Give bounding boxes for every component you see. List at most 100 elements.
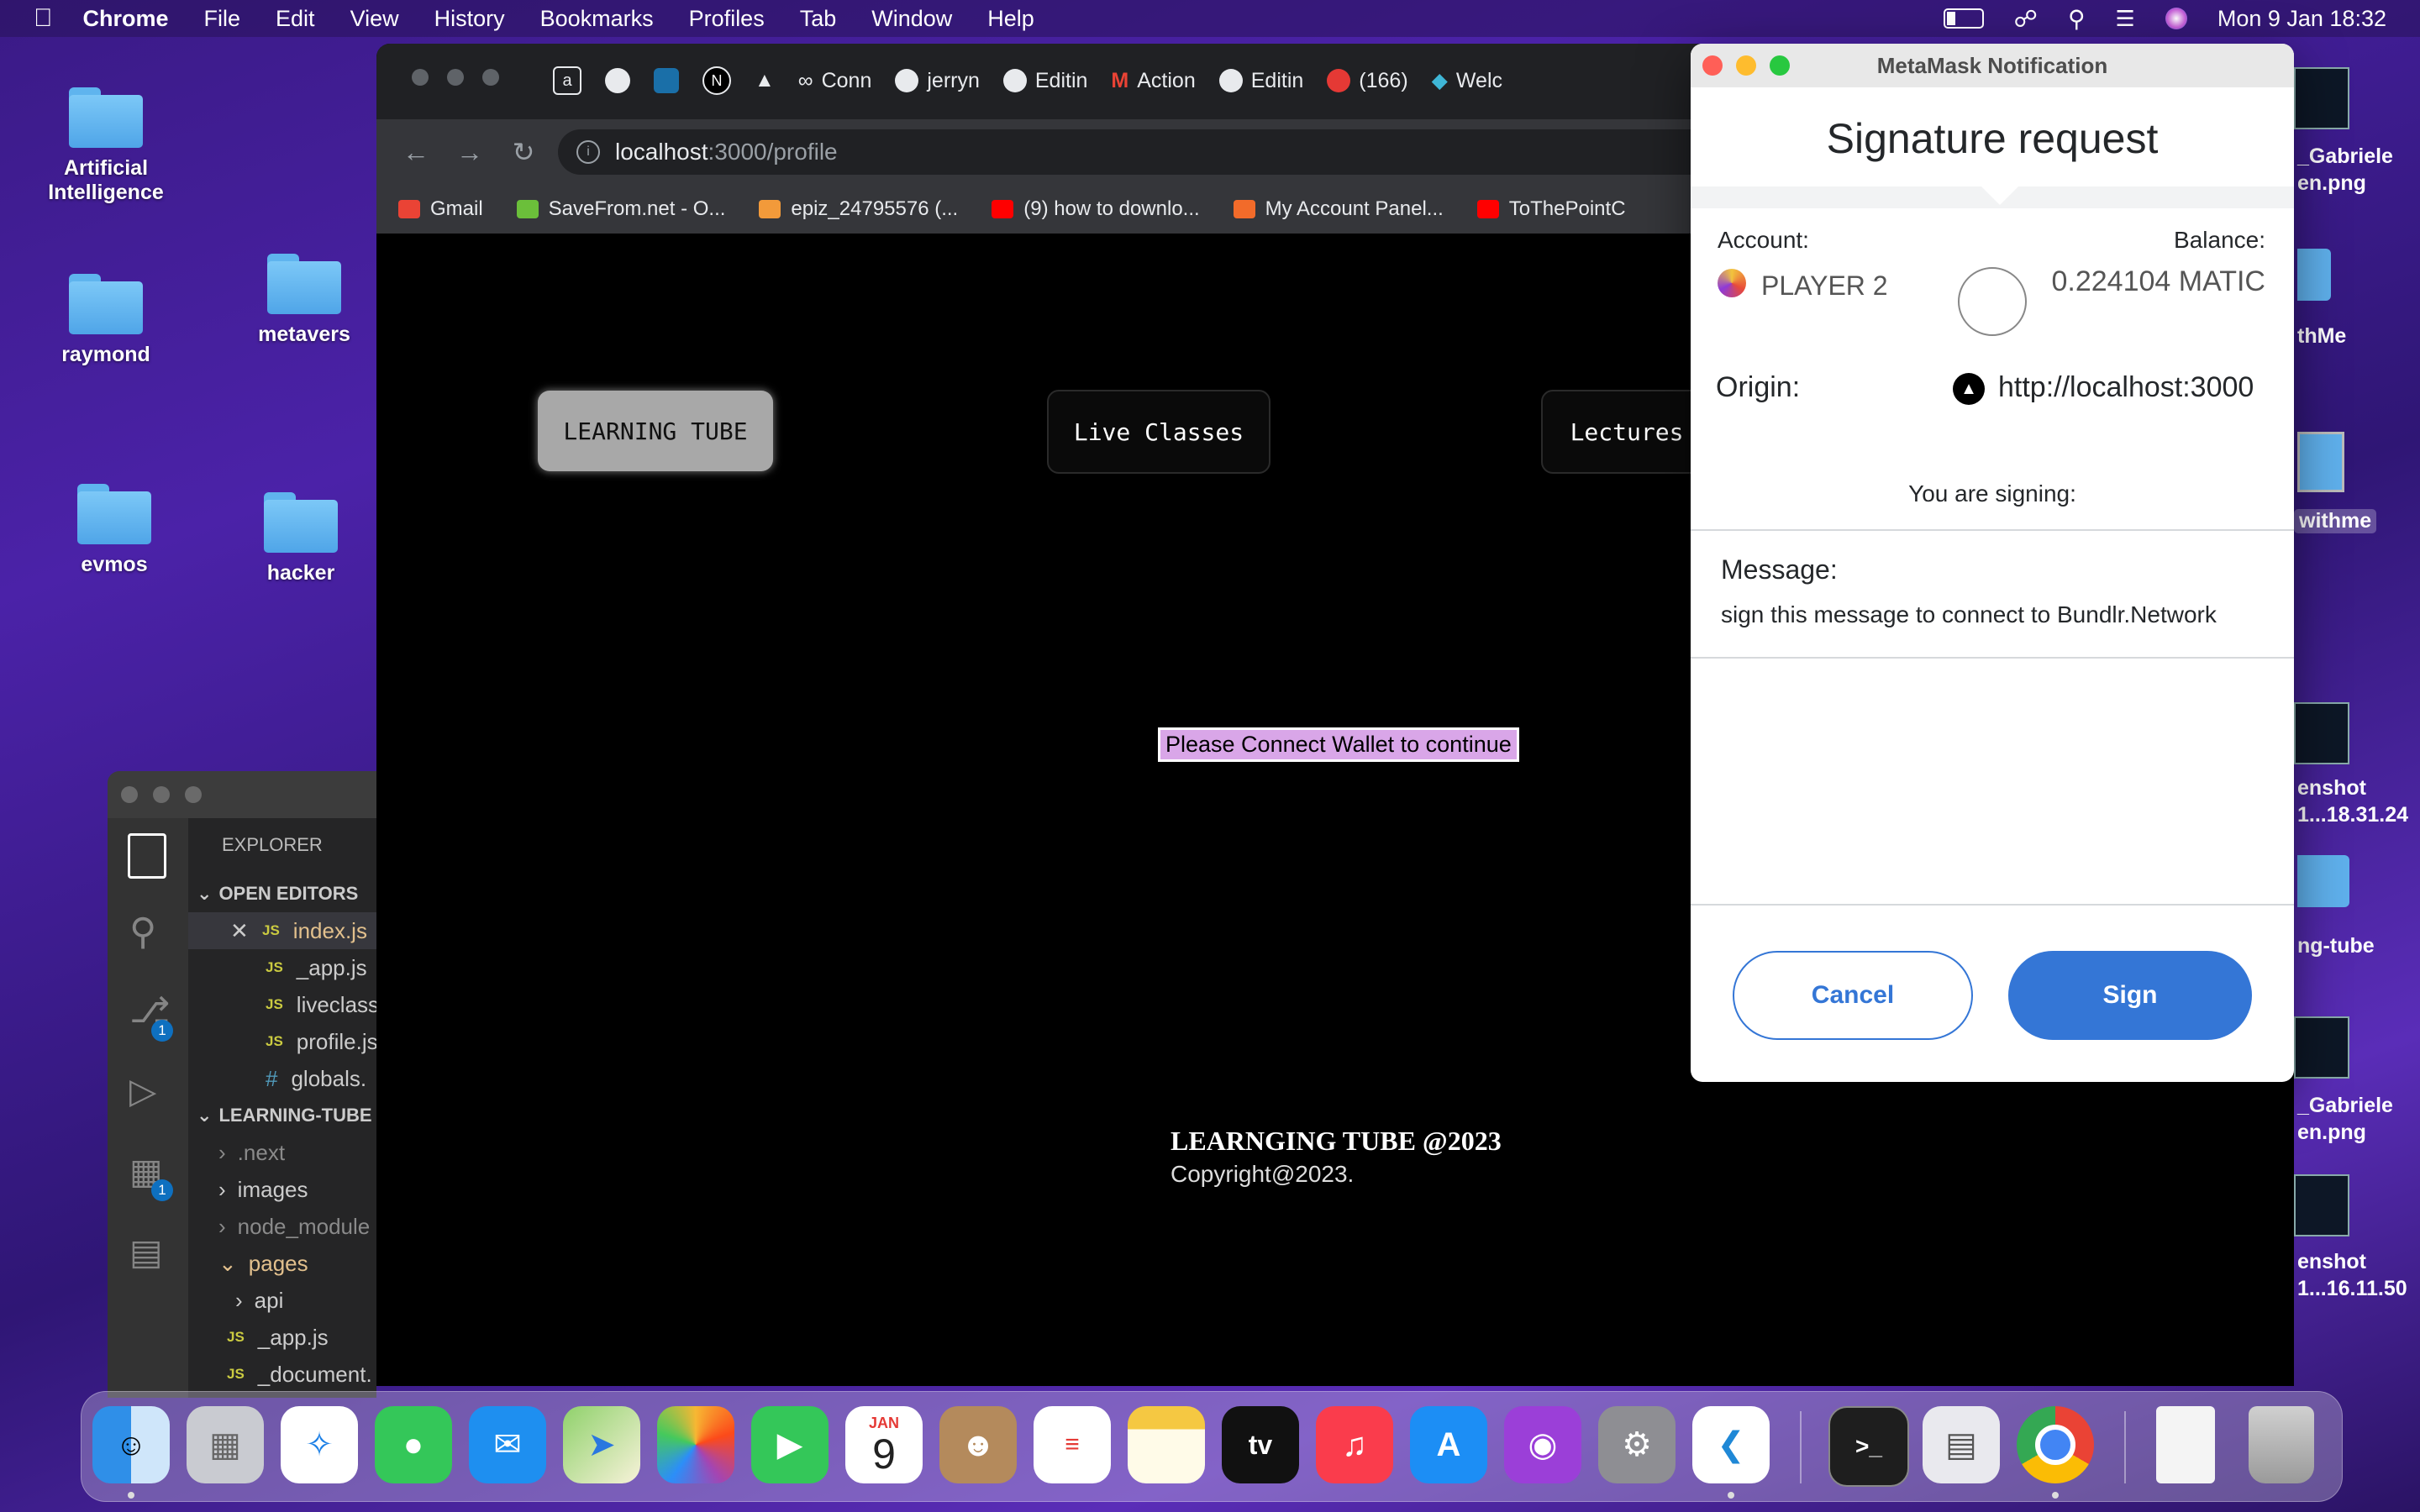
open-editor-profile[interactable]: JS profile.js: [266, 1023, 376, 1060]
tab-next[interactable]: N: [702, 62, 731, 99]
close-button[interactable]: [121, 786, 138, 803]
bookmark-savefrom[interactable]: SaveFrom.net - O...: [516, 197, 725, 221]
bookmark-youtube[interactable]: (9) how to downlo...: [992, 197, 1200, 221]
back-icon[interactable]: ←: [393, 129, 439, 175]
podcasts-icon[interactable]: ◉: [1504, 1406, 1581, 1483]
finder-icon[interactable]: ☺: [92, 1406, 170, 1483]
tree-app[interactable]: JS _app.js: [227, 1319, 376, 1356]
desktop-folder-ai[interactable]: Artificial Intelligence: [22, 87, 190, 205]
close-button[interactable]: [412, 69, 429, 86]
open-editors-header[interactable]: ⌄ OPEN EDITORS: [197, 875, 376, 912]
tab-welcome[interactable]: ◆ Welc: [1432, 62, 1502, 99]
calendar-icon[interactable]: JAN 9: [845, 1406, 923, 1483]
desktop-folder-hacker[interactable]: hacker: [217, 492, 385, 585]
music-icon[interactable]: ♫: [1316, 1406, 1393, 1483]
close-button[interactable]: [1702, 55, 1723, 76]
minimize-button[interactable]: [153, 786, 170, 803]
vscode-icon[interactable]: ❮: [1692, 1406, 1770, 1483]
tree-next[interactable]: › .next: [218, 1134, 376, 1171]
mail-icon[interactable]: ✉: [469, 1406, 546, 1483]
launchpad-icon[interactable]: ▦: [187, 1406, 264, 1483]
desktop-folder-evmos[interactable]: evmos: [30, 484, 198, 577]
facetime-icon[interactable]: ▶: [751, 1406, 829, 1483]
apple-icon[interactable]: : [34, 4, 53, 33]
bookmark-account[interactable]: My Account Panel...: [1233, 197, 1444, 221]
folder-icon[interactable]: [2297, 432, 2344, 492]
open-editor-liveclass[interactable]: JS liveclass: [266, 986, 376, 1023]
safari-icon[interactable]: ✧: [281, 1406, 358, 1483]
menu-file[interactable]: File: [204, 6, 241, 32]
tree-images[interactable]: › images: [218, 1171, 376, 1208]
open-editor-globals[interactable]: # globals.: [266, 1060, 376, 1097]
zoom-button[interactable]: [482, 69, 499, 86]
tab-editing-1[interactable]: Editin: [1002, 62, 1087, 99]
control-center-icon[interactable]: ☰: [2116, 6, 2135, 32]
menu-help[interactable]: Help: [987, 6, 1034, 32]
maps-icon[interactable]: ➤: [563, 1406, 640, 1483]
battery-icon[interactable]: [1943, 8, 1984, 29]
bookmark-tothepoint[interactable]: ToThePointC: [1476, 197, 1626, 221]
app-store-icon[interactable]: A: [1410, 1406, 1487, 1483]
chrome-icon[interactable]: [2017, 1406, 2094, 1483]
nav-live-classes[interactable]: Live Classes: [1047, 390, 1270, 474]
tree-node-modules[interactable]: › node_module: [218, 1208, 376, 1245]
tab-action[interactable]: M Action: [1111, 62, 1195, 99]
tab-conn[interactable]: ∞ Conn: [798, 62, 872, 99]
bookmark-gmail[interactable]: Gmail: [398, 197, 483, 221]
menu-bookmarks[interactable]: Bookmarks: [540, 6, 654, 32]
menu-history[interactable]: History: [434, 6, 505, 32]
sign-button[interactable]: Sign: [2008, 951, 2252, 1040]
screenshot-thumb[interactable]: [2294, 1016, 2349, 1079]
tree-document[interactable]: JS _document.: [227, 1356, 376, 1393]
minimize-button[interactable]: [1736, 55, 1756, 76]
search-icon[interactable]: ⚲: [129, 911, 156, 953]
siri-icon[interactable]: [2165, 8, 2187, 29]
zoom-button[interactable]: [185, 786, 202, 803]
tree-pages[interactable]: ⌄ pages: [218, 1245, 376, 1282]
tree-api[interactable]: › api: [235, 1282, 376, 1319]
open-editor-app[interactable]: JS _app.js: [266, 949, 376, 986]
project-header[interactable]: ⌄ LEARNING-TUBE: [197, 1097, 376, 1134]
screenshot-thumb[interactable]: [2294, 1174, 2349, 1236]
tab-editing-2[interactable]: Editin: [1218, 62, 1303, 99]
open-editor-index[interactable]: ✕ JS index.js: [188, 912, 376, 949]
forward-icon[interactable]: →: [447, 129, 492, 175]
document-icon[interactable]: [2156, 1406, 2215, 1483]
desktop-folder-metavers[interactable]: metavers: [220, 254, 388, 347]
system-settings-icon[interactable]: ⚙: [1598, 1406, 1676, 1483]
folder-icon[interactable]: [2297, 249, 2331, 301]
minimize-button[interactable]: [447, 69, 464, 86]
debug-icon[interactable]: ▷: [129, 1070, 156, 1111]
screenshot-thumb[interactable]: [2294, 67, 2349, 129]
tab-youtube[interactable]: (166): [1327, 62, 1408, 99]
tab-vercel[interactable]: ▲: [755, 62, 775, 99]
folder-icon[interactable]: [2297, 855, 2349, 907]
explorer-icon[interactable]: [128, 833, 166, 879]
menu-app-name[interactable]: Chrome: [83, 6, 169, 32]
trash-icon[interactable]: [2249, 1406, 2314, 1483]
terminal-icon[interactable]: >_: [1828, 1406, 1909, 1487]
menu-edit[interactable]: Edit: [276, 6, 315, 32]
zoom-button[interactable]: [1770, 55, 1790, 76]
contacts-icon[interactable]: ☻: [939, 1406, 1017, 1483]
nav-learning-tube[interactable]: LEARNING TUBE: [538, 391, 773, 471]
remote-icon[interactable]: ▤: [129, 1231, 163, 1273]
nav-lectures[interactable]: Lectures: [1541, 390, 1712, 474]
tab-pinned-a[interactable]: a: [553, 62, 581, 99]
system-info-icon[interactable]: ▤: [1923, 1406, 2000, 1483]
photos-icon[interactable]: [657, 1406, 734, 1483]
menu-clock[interactable]: Mon 9 Jan 18:32: [2217, 6, 2386, 32]
screenshot-thumb[interactable]: [2294, 702, 2349, 764]
messages-icon[interactable]: ●: [375, 1406, 452, 1483]
tab-pinned-b[interactable]: [654, 62, 679, 99]
tab-jerry[interactable]: jerryn: [895, 62, 980, 99]
info-icon[interactable]: i: [576, 140, 600, 164]
tab-github[interactable]: [605, 62, 630, 99]
menu-profiles[interactable]: Profiles: [689, 6, 765, 32]
reload-icon[interactable]: ↻: [501, 129, 546, 175]
cancel-button[interactable]: Cancel: [1733, 951, 1973, 1040]
notes-icon[interactable]: [1128, 1406, 1205, 1483]
search-icon[interactable]: ⚲: [2068, 5, 2086, 33]
reminders-icon[interactable]: ≡: [1034, 1406, 1111, 1483]
desktop-folder-raymond[interactable]: raymond: [22, 274, 190, 367]
